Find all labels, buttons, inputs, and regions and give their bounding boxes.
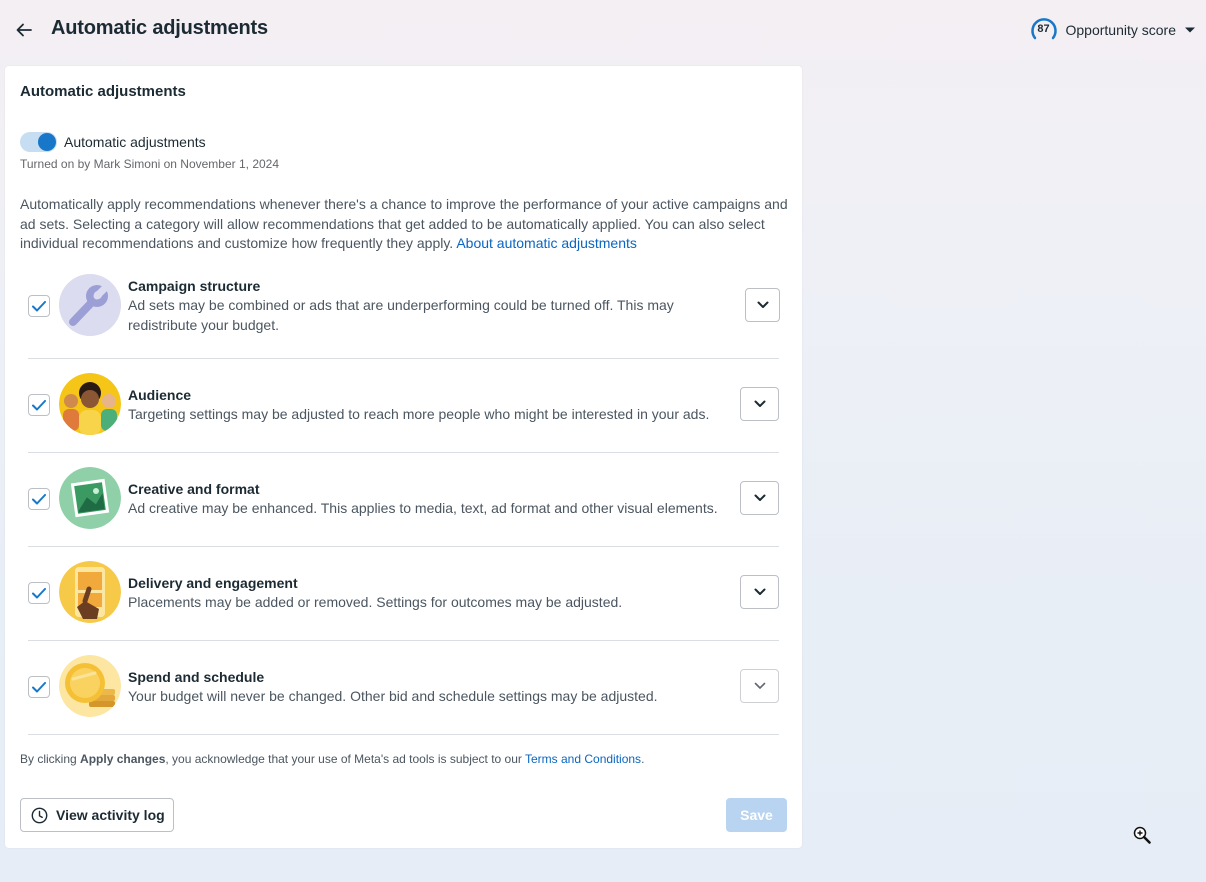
automatic-adjustments-toggle[interactable] [20, 132, 57, 152]
hand-tap-icon [59, 561, 121, 623]
legal-middle: , you acknowledge that your use of Meta'… [165, 752, 525, 766]
opportunity-score-dropdown[interactable]: 87 Opportunity score [1030, 17, 1197, 43]
category-row-audience: Audience Targeting settings may be adjus… [28, 373, 779, 437]
legal-apply-changes: Apply changes [80, 752, 166, 766]
chevron-down-icon [754, 682, 765, 689]
category-row-delivery-and-engagement: Delivery and engagement Placements may b… [28, 561, 779, 625]
expand-button-delivery-and-engagement[interactable] [740, 575, 779, 609]
zoom-in-cursor-icon [1133, 826, 1151, 844]
checkbox-campaign-structure[interactable] [28, 295, 50, 317]
wrench-icon [59, 274, 121, 336]
checkmark-icon [32, 493, 46, 504]
checkbox-spend-and-schedule[interactable] [28, 676, 50, 698]
category-title: Campaign structure [128, 278, 261, 294]
category-title: Audience [128, 387, 192, 403]
description-text: Automatically apply recommendations when… [20, 196, 788, 251]
toggle-status-text: Turned on by Mark Simoni on November 1, … [20, 157, 280, 171]
opportunity-score-value: 87 [1037, 23, 1050, 35]
clock-icon [31, 807, 48, 823]
checkbox-delivery-and-engagement[interactable] [28, 582, 50, 604]
divider [28, 640, 779, 641]
view-activity-log-label: View activity log [56, 807, 165, 823]
chevron-down-icon [754, 494, 765, 501]
divider [28, 734, 779, 735]
save-label: Save [740, 807, 773, 823]
divider [28, 358, 779, 359]
category-description: Ad sets may be combined or ads that are … [128, 297, 674, 333]
toggle-label: Automatic adjustments [64, 134, 206, 150]
chevron-down-icon [754, 400, 765, 407]
checkbox-creative-and-format[interactable] [28, 488, 50, 510]
category-row-campaign-structure: Campaign structure Ad sets may be combin… [28, 274, 780, 338]
divider [28, 452, 779, 453]
save-button[interactable]: Save [726, 798, 787, 832]
back-button[interactable] [14, 20, 34, 40]
automatic-adjustments-card: Automatic adjustments Automatic adjustme… [5, 66, 802, 848]
about-automatic-adjustments-link[interactable]: About automatic adjustments [456, 235, 637, 251]
description: Automatically apply recommendations when… [20, 195, 790, 254]
chevron-down-icon [757, 301, 768, 308]
caret-down-icon [1185, 27, 1195, 33]
category-row-creative-and-format: Creative and format Ad creative may be e… [28, 467, 779, 531]
category-title: Creative and format [128, 481, 260, 497]
toggle-knob [38, 133, 56, 151]
arrow-left-icon [16, 23, 32, 37]
category-title: Spend and schedule [128, 669, 265, 685]
legal-prefix: By clicking [20, 752, 81, 766]
category-description: Targeting settings may be adjusted to re… [128, 406, 710, 422]
opportunity-score-label: Opportunity score [1065, 22, 1177, 38]
terms-and-conditions-link[interactable]: Terms and Conditions [525, 752, 641, 766]
legal-notice: By clicking Apply changes, you acknowled… [20, 752, 644, 766]
category-row-spend-and-schedule: Spend and schedule Your budget will neve… [28, 655, 779, 719]
checkmark-icon [32, 399, 46, 410]
divider [28, 546, 779, 547]
expand-button-audience[interactable] [740, 387, 779, 421]
expand-button-campaign-structure[interactable] [745, 288, 780, 322]
checkbox-audience[interactable] [28, 394, 50, 416]
image-icon [59, 467, 121, 529]
expand-button-spend-and-schedule[interactable] [740, 669, 779, 703]
category-description: Your budget will never be changed. Other… [128, 688, 658, 704]
expand-button-creative-and-format[interactable] [740, 481, 779, 515]
page-title: Automatic adjustments [51, 17, 268, 39]
category-title: Delivery and engagement [128, 575, 298, 591]
coin-icon [59, 655, 121, 717]
checkmark-icon [32, 681, 46, 692]
checkmark-icon [32, 587, 46, 598]
category-description: Ad creative may be enhanced. This applie… [128, 500, 718, 516]
people-icon [59, 373, 121, 435]
opportunity-score-gauge: 87 [1030, 17, 1058, 43]
category-description: Placements may be added or removed. Sett… [128, 594, 623, 610]
card-title: Automatic adjustments [20, 83, 186, 100]
chevron-down-icon [754, 588, 765, 595]
legal-suffix: . [641, 752, 645, 766]
top-bar: Automatic adjustments 87 Opportunity sco… [0, 0, 1206, 62]
view-activity-log-button[interactable]: View activity log [20, 798, 174, 832]
checkmark-icon [32, 300, 46, 311]
